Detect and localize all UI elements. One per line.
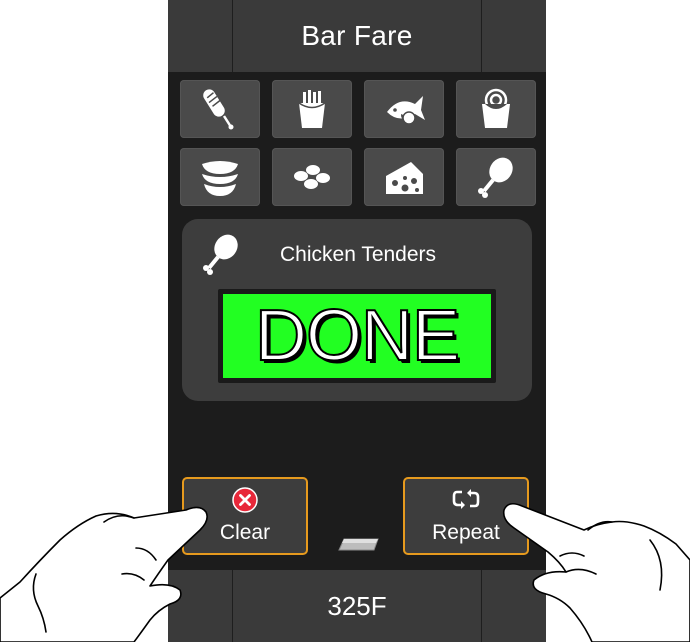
food-button-shrimp[interactable] xyxy=(456,80,536,138)
status-card: Chicken Tenders DONE xyxy=(182,219,532,401)
onion-rings-icon xyxy=(202,161,238,196)
ingot-icon xyxy=(338,538,379,551)
footer-bar: 325F xyxy=(168,570,546,642)
corndog-icon xyxy=(203,89,234,130)
clear-button[interactable]: Clear xyxy=(182,477,308,555)
food-button-fish[interactable] xyxy=(364,80,444,138)
header-bar: Bar Fare xyxy=(168,0,546,72)
clear-label: Clear xyxy=(219,521,271,544)
repeat-icon xyxy=(452,489,480,509)
header-left-button[interactable] xyxy=(168,0,233,72)
footer-right-button[interactable] xyxy=(481,570,546,642)
item-name: Chicken Tenders xyxy=(280,243,437,266)
drumstick-icon xyxy=(478,157,513,198)
fries-icon xyxy=(298,90,326,128)
x-circle-icon xyxy=(232,487,258,513)
repeat-label: Repeat xyxy=(432,521,500,544)
footer-left-button[interactable] xyxy=(168,570,233,642)
status-indicator[interactable]: DONE xyxy=(218,289,496,383)
cheese-icon xyxy=(386,162,423,194)
food-button-drumstick[interactable] xyxy=(456,148,536,206)
popcorn-shrimp-icon xyxy=(482,88,510,128)
food-button-fries[interactable] xyxy=(272,80,352,138)
temperature-readout: 325F xyxy=(327,590,387,621)
page-title: Bar Fare xyxy=(301,20,413,51)
food-button-nuggets[interactable] xyxy=(272,148,352,206)
fish-icon xyxy=(387,96,425,125)
fryer-screen: Bar Fare Chicken Tenders DONE Clear Repe… xyxy=(168,0,546,642)
food-grid xyxy=(180,80,538,206)
status-text: DONE xyxy=(254,295,461,377)
food-button-corndog[interactable] xyxy=(180,80,260,138)
header-right-button[interactable] xyxy=(481,0,546,72)
food-button-cheese[interactable] xyxy=(364,148,444,206)
drumstick-icon xyxy=(203,234,238,275)
repeat-button[interactable]: Repeat xyxy=(403,477,529,555)
food-button-onion-rings[interactable] xyxy=(180,148,260,206)
nuggets-icon xyxy=(294,165,330,189)
